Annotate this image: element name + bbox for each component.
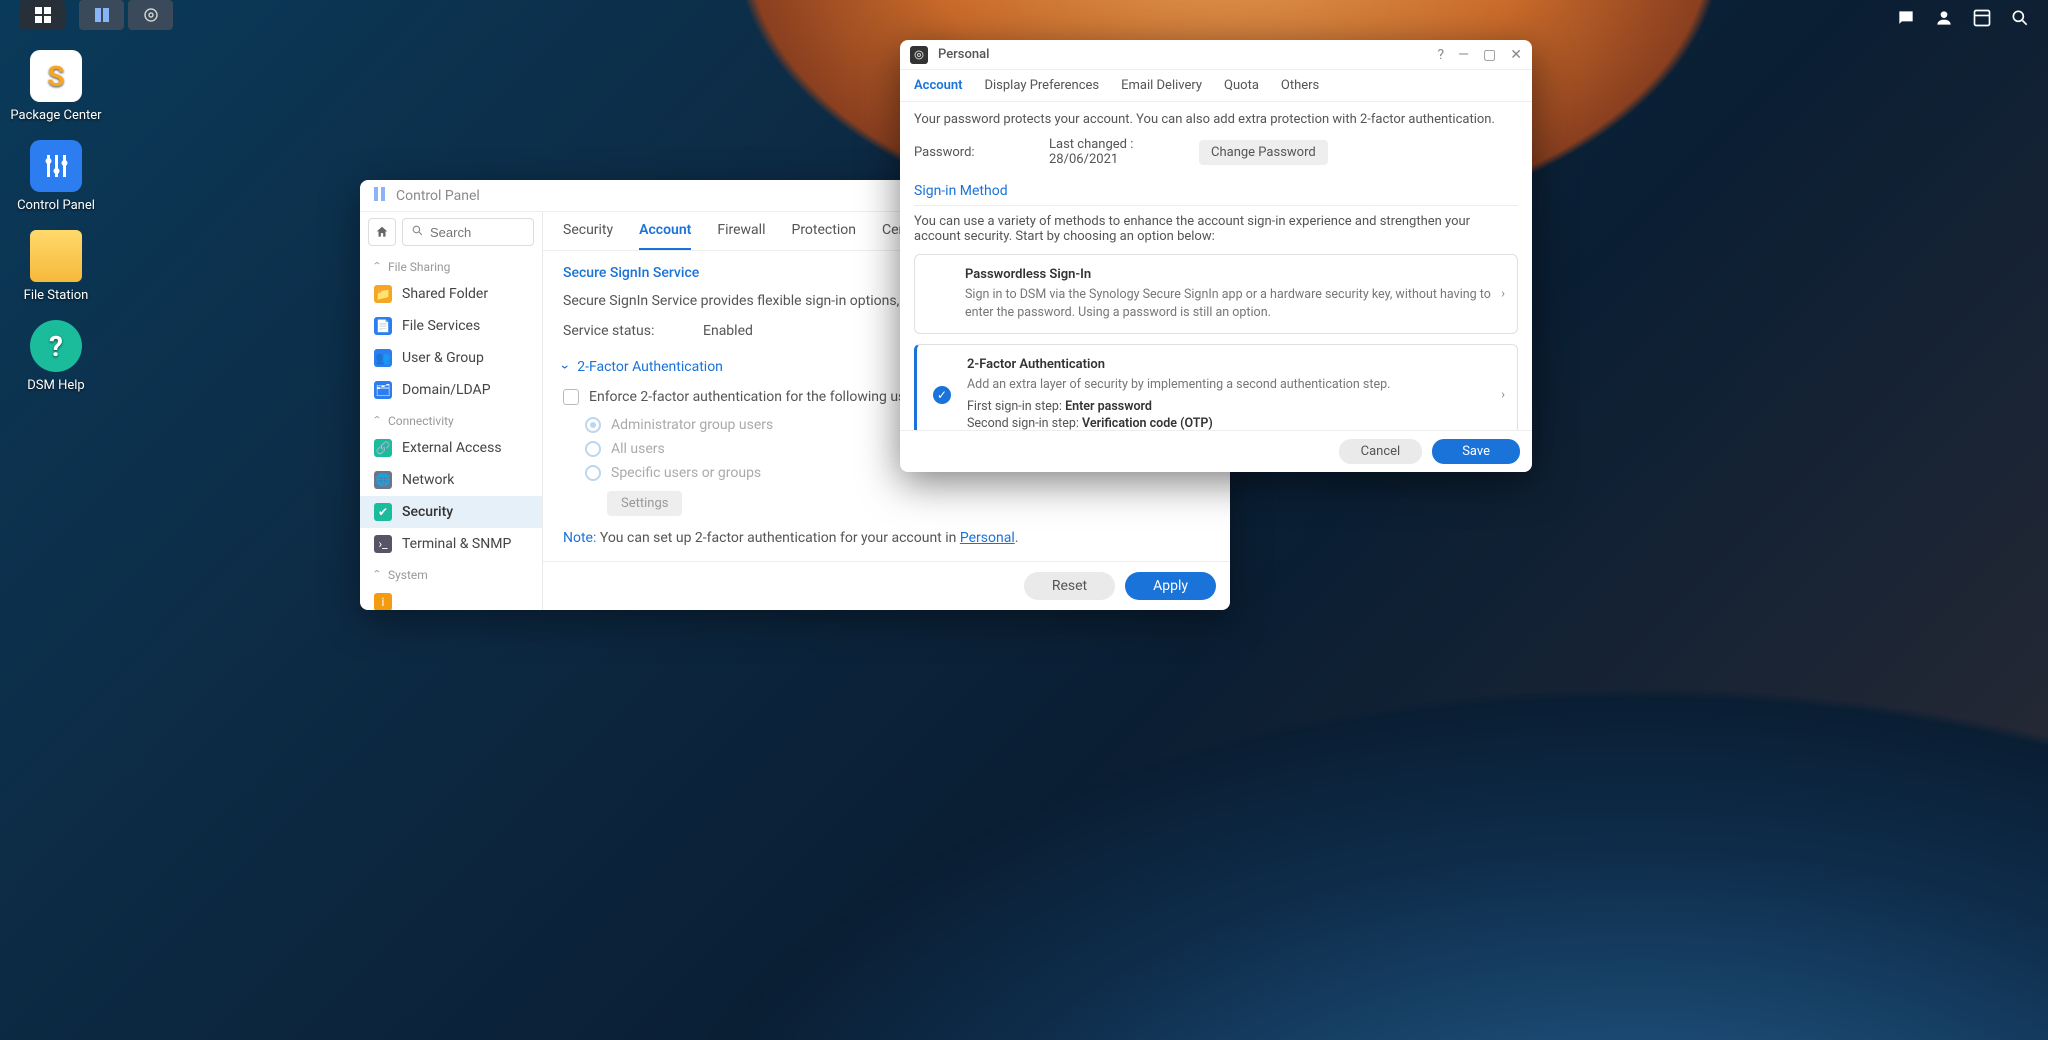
radio-admin-users [585,417,601,433]
home-button[interactable] [368,218,396,246]
personal-window: Personal ? — ▢ ✕ Account Display Prefere… [900,40,1532,472]
taskbar-right [1886,0,2040,36]
ptab-account[interactable]: Account [914,78,962,101]
save-button[interactable]: Save [1432,439,1520,464]
radio-specific-users [585,465,601,481]
shield-icon: ✔ [374,503,392,521]
personal-app-icon [910,46,928,64]
service-status-value: Enabled [703,323,753,339]
ptab-quota[interactable]: Quota [1224,78,1259,101]
ptab-display[interactable]: Display Preferences [984,78,1099,101]
icon-label: Control Panel [6,198,106,213]
step1-value: Enter password [1065,399,1152,414]
nav-external-access[interactable]: 🔗External Access [360,432,542,464]
task-control-panel[interactable] [79,0,124,30]
tab-firewall[interactable]: Firewall [717,222,765,250]
personal-tabs: Account Display Preferences Email Delive… [900,70,1532,102]
nav-network[interactable]: 🌐Network [360,464,542,496]
nav-user-group[interactable]: 👥User & Group [360,342,542,374]
personal-titlebar[interactable]: Personal ? — ▢ ✕ [900,40,1532,70]
taskbar-left [20,0,173,30]
users-icon: 👥 [374,349,392,367]
desktop-icon-control-panel[interactable]: Control Panel [6,140,106,213]
cp-title-text: Control Panel [396,188,480,204]
user-icon[interactable] [1928,4,1960,32]
settings-button: Settings [607,491,682,516]
change-password-button[interactable]: Change Password [1199,140,1328,165]
minimize-icon[interactable]: — [1458,47,1469,63]
control-panel-icon [372,186,388,206]
tab-security[interactable]: Security [563,222,613,250]
note-text: You can set up 2-factor authentication f… [600,530,960,546]
close-icon[interactable]: ✕ [1510,47,1522,63]
selected-check-icon: ✓ [933,386,951,404]
icon-label: DSM Help [6,378,106,393]
enforce-2fa-label: Enforce 2-factor authentication for the … [589,389,925,405]
note-label: Note: [563,530,596,546]
personal-title-text: Personal [938,47,989,62]
step2-label: Second sign-in step: [967,416,1082,430]
ptab-others[interactable]: Others [1281,78,1319,101]
enforce-2fa-checkbox[interactable] [563,389,579,405]
signin-method-header: Sign-in Method [914,183,1518,206]
apply-button[interactable]: Apply [1125,572,1216,600]
group-system[interactable]: System [360,560,542,586]
info-icon: i [374,593,392,610]
group-connectivity[interactable]: Connectivity [360,406,542,432]
search-input[interactable] [430,225,525,240]
radio-all-users [585,441,601,457]
search-icon[interactable] [2004,4,2036,32]
nav-shared-folder[interactable]: 📁Shared Folder [360,278,542,310]
last-changed: Last changed : 28/06/2021 [1049,137,1199,167]
password-label: Password: [914,145,1049,160]
nav-domain-ldap[interactable]: 🗂Domain/LDAP [360,374,542,406]
tab-protection[interactable]: Protection [791,222,855,250]
main-menu-button[interactable] [20,0,65,30]
card-desc: Add an extra layer of security by implem… [967,376,1503,394]
nav-security[interactable]: ✔Security [360,496,542,528]
file-icon: 📄 [374,317,392,335]
chevron-right-icon: › [1501,287,1505,302]
group-file-sharing[interactable]: File Sharing [360,252,542,278]
intro-text: Your password protects your account. You… [914,112,1518,127]
maximize-icon[interactable]: ▢ [1483,47,1496,63]
cancel-button[interactable]: Cancel [1339,439,1423,464]
desktop-icon-dsm-help[interactable]: ? DSM Help [6,320,106,393]
nav-terminal[interactable]: ›_Terminal & SNMP [360,528,542,560]
external-icon: 🔗 [374,439,392,457]
nav-info-center[interactable]: i [360,586,542,610]
tab-account[interactable]: Account [639,222,691,250]
terminal-icon: ›_ [374,535,392,553]
chevron-up-icon: › [557,365,573,369]
cp-search[interactable] [402,218,534,246]
icon-label: File Station [6,288,106,303]
card-passwordless[interactable]: Passwordless Sign-In Sign in to DSM via … [914,254,1518,334]
ptab-email[interactable]: Email Delivery [1121,78,1202,101]
card-desc: Sign in to DSM via the Synology Secure S… [965,286,1503,321]
personal-link[interactable]: Personal [960,530,1015,546]
signin-desc: You can use a variety of methods to enha… [914,214,1518,244]
network-icon: 🌐 [374,471,392,489]
task-personal[interactable] [128,0,173,30]
help-icon[interactable]: ? [1437,47,1444,63]
reset-button[interactable]: Reset [1024,572,1115,600]
widgets-icon[interactable] [1966,4,1998,32]
desktop-icon-file-station[interactable]: File Station [6,230,106,303]
chevron-down-icon: › [563,560,567,561]
chevron-right-icon: › [1501,387,1505,402]
folder-icon: 📁 [374,285,392,303]
card-title: Passwordless Sign-In [965,267,1503,282]
cp-sidebar: File Sharing 📁Shared Folder 📄File Servic… [360,212,543,610]
nav-file-services[interactable]: 📄File Services [360,310,542,342]
step2-value: Verification code (OTP) [1082,416,1213,430]
step1-label: First sign-in step: [967,399,1065,414]
chat-icon[interactable] [1890,4,1922,32]
service-status-label: Service status: [563,323,703,339]
directory-icon: 🗂 [374,381,392,399]
card-2fa[interactable]: ✓ 2-Factor Authentication Add an extra l… [914,344,1518,430]
desktop-icon-package-center[interactable]: S Package Center [6,50,106,123]
icon-label: Package Center [6,108,106,123]
search-icon [411,224,424,241]
card-title: 2-Factor Authentication [967,357,1503,372]
